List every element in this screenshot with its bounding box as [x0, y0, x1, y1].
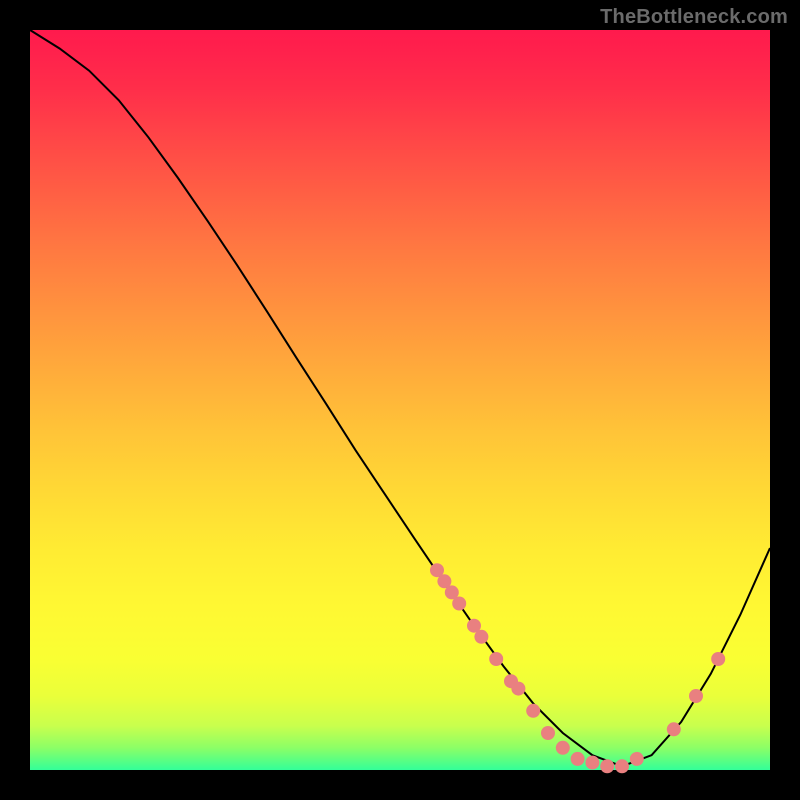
data-point — [630, 752, 644, 766]
data-point — [571, 752, 585, 766]
data-point — [711, 652, 725, 666]
watermark-text: TheBottleneck.com — [600, 6, 788, 29]
data-point — [556, 741, 570, 755]
data-point — [615, 759, 629, 773]
chart-svg — [30, 30, 770, 770]
data-point — [600, 759, 614, 773]
data-point — [689, 689, 703, 703]
data-point — [511, 682, 525, 696]
bottleneck-curve — [30, 30, 770, 766]
data-point — [474, 630, 488, 644]
data-point — [541, 726, 555, 740]
data-point — [489, 652, 503, 666]
chart-area — [30, 30, 770, 770]
data-point — [526, 704, 540, 718]
dot-layer — [430, 563, 725, 773]
data-point — [452, 597, 466, 611]
data-point — [585, 756, 599, 770]
data-point — [667, 722, 681, 736]
